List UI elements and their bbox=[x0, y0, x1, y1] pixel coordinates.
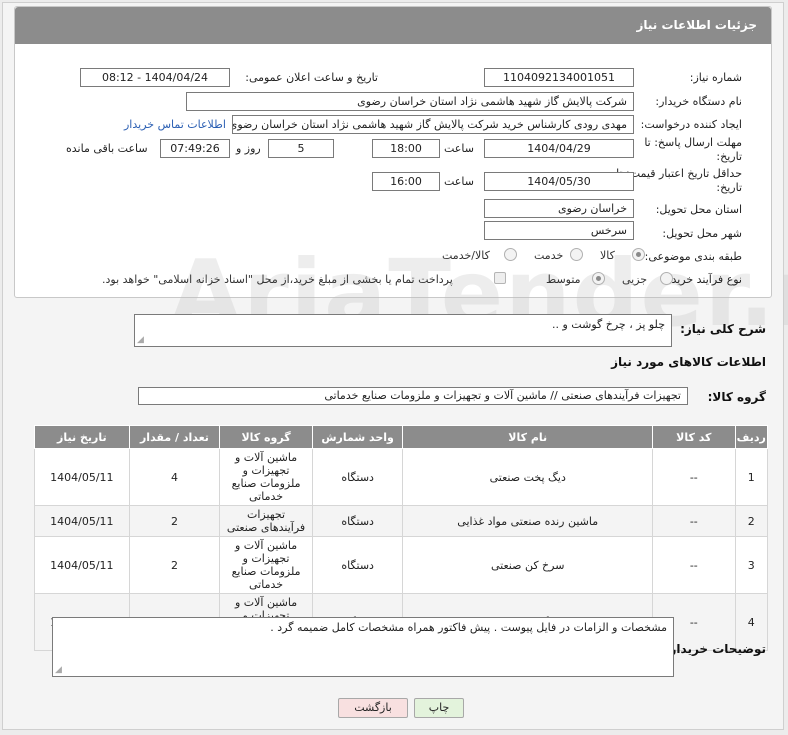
cell-code: -- bbox=[652, 536, 736, 594]
cell-row: 3 bbox=[734, 536, 769, 594]
table-row: 3 -- سرخ کن صنعتی دستگاه ماشین آلات و تج… bbox=[34, 536, 769, 594]
city-label: شهر محل تحویل: bbox=[662, 227, 742, 240]
deadline-time-label: ساعت bbox=[444, 142, 474, 155]
description-text: چلو پز ، چرخ گوشت و .. bbox=[552, 318, 665, 331]
page-title: جزئیات اطلاعات نیاز bbox=[636, 18, 757, 32]
buyer-contact-link[interactable]: اطلاعات تماس خریدار bbox=[124, 118, 226, 131]
category-radio-goods[interactable] bbox=[632, 248, 645, 261]
table-header-row: ردیف کد کالا نام کالا واحد شمارش گروه کا… bbox=[34, 425, 769, 449]
col-qty: تعداد / مقدار bbox=[128, 425, 221, 449]
cell-date: 1404/05/11 bbox=[34, 536, 130, 594]
need-number-field: 1104092134001051 bbox=[484, 68, 634, 87]
remaining-time-field: 07:49:26 bbox=[160, 139, 230, 158]
cell-code: -- bbox=[652, 448, 736, 506]
category-radio-both[interactable] bbox=[504, 248, 517, 261]
need-number-label: شماره نیاز: bbox=[689, 71, 742, 84]
cell-qty: 2 bbox=[128, 536, 221, 594]
process-option-minor: جزیی bbox=[622, 273, 648, 286]
deadline-label: مهلت ارسال پاسخ: تا تاریخ: bbox=[644, 136, 742, 163]
requester-label: ایجاد کننده درخواست: bbox=[640, 118, 742, 131]
days-label: روز و bbox=[236, 142, 261, 155]
goods-info-title: اطلاعات کالاهای مورد نیاز bbox=[611, 355, 766, 369]
group-label: گروه کالا: bbox=[707, 390, 766, 404]
remaining-label: ساعت باقی مانده bbox=[66, 142, 148, 155]
cell-name: سرخ کن صنعتی bbox=[402, 536, 654, 594]
buyer-notes-text: مشخصات و الزامات در فایل پیوست . پیش فاک… bbox=[270, 621, 667, 634]
buyer-org-label: نام دستگاه خریدار: bbox=[655, 95, 742, 108]
validity-time-field: 16:00 bbox=[372, 172, 440, 191]
buyer-notes-label: توضیحات خریدار: bbox=[664, 642, 766, 656]
print-button[interactable]: چاپ bbox=[414, 698, 464, 718]
cell-qty: 2 bbox=[128, 505, 221, 537]
cell-qty: 4 bbox=[128, 448, 221, 506]
col-unit: واحد شمارش bbox=[311, 425, 404, 449]
cell-unit: دستگاه bbox=[311, 505, 404, 537]
requester-field: مهدی رودی کارشناس خرید شرکت پالایش گاز ش… bbox=[232, 115, 634, 134]
announce-field: 1404/04/24 - 08:12 bbox=[80, 68, 230, 87]
buyer-notes-field: مشخصات و الزامات در فایل پیوست . پیش فاک… bbox=[52, 617, 674, 677]
col-date: تاریخ نیاز bbox=[34, 425, 130, 449]
panel-header: جزئیات اطلاعات نیاز bbox=[15, 7, 771, 44]
cell-group: ماشین آلات و تجهیزات و ملزومات صنایع خدم… bbox=[219, 536, 313, 594]
cell-group: ماشین آلات و تجهیزات و ملزومات صنایع خدم… bbox=[219, 448, 313, 506]
validity-time-label: ساعت bbox=[444, 175, 474, 188]
description-label: شرح کلی نیاز: bbox=[680, 322, 766, 336]
process-option-medium: متوسط bbox=[546, 273, 581, 286]
category-option-service: خدمت bbox=[534, 249, 564, 262]
cell-row: 1 bbox=[734, 448, 769, 506]
cell-row: 2 bbox=[734, 505, 769, 537]
col-code: کد کالا bbox=[652, 425, 736, 449]
back-button[interactable]: بازگشت bbox=[338, 698, 408, 718]
col-row: ردیف bbox=[734, 425, 769, 449]
deadline-date-field: 1404/04/29 bbox=[484, 139, 634, 158]
process-label: نوع فرآیند خرید : bbox=[664, 273, 742, 286]
group-field: تجهیزات فرآیندهای صنعتی // ماشین آلات و … bbox=[138, 387, 688, 405]
resize-grip-icon: ◢ bbox=[137, 335, 144, 345]
cell-code: -- bbox=[652, 505, 736, 537]
table-row: 1 -- دیگ پخت صنعتی دستگاه ماشین آلات و ت… bbox=[34, 448, 769, 506]
table-row: 2 -- ماشین رنده صنعتی مواد غذایی دستگاه … bbox=[34, 505, 769, 537]
category-label: طبقه بندی موضوعی: bbox=[644, 250, 742, 263]
cell-date: 1404/05/11 bbox=[34, 505, 130, 537]
treasury-payment-checkbox[interactable] bbox=[494, 272, 506, 284]
description-field: چلو پز ، چرخ گوشت و .. ◢ bbox=[134, 314, 672, 347]
cell-date: 1404/05/11 bbox=[34, 448, 130, 506]
process-radio-medium[interactable] bbox=[592, 272, 605, 285]
treasury-payment-note: پرداخت تمام یا بخشی از مبلغ خرید،از محل … bbox=[102, 273, 453, 286]
col-name: نام کالا bbox=[402, 425, 654, 449]
cell-unit: دستگاه bbox=[311, 448, 404, 506]
province-label: استان محل تحویل: bbox=[655, 203, 742, 216]
cell-group: تجهیزات فرآیندهای صنعتی bbox=[219, 505, 313, 537]
cell-name: دیگ پخت صنعتی bbox=[402, 448, 654, 506]
cell-name: ماشین رنده صنعتی مواد غذایی bbox=[402, 505, 654, 537]
province-field: خراسان رضوی bbox=[484, 199, 634, 218]
validity-date-field: 1404/05/30 bbox=[484, 172, 634, 191]
category-radio-service[interactable] bbox=[570, 248, 583, 261]
process-radio-minor[interactable] bbox=[660, 272, 673, 285]
buyer-org-field: شرکت پالایش گاز شهید هاشمی نژاد استان خر… bbox=[186, 92, 634, 111]
resize-grip-icon: ◢ bbox=[55, 665, 62, 675]
category-option-both: کالا/خدمت bbox=[442, 249, 490, 262]
category-option-goods: کالا bbox=[600, 249, 615, 262]
city-field: سرخس bbox=[484, 221, 634, 240]
days-field: 5 bbox=[268, 139, 334, 158]
deadline-time-field: 18:00 bbox=[372, 139, 440, 158]
cell-unit: دستگاه bbox=[311, 536, 404, 594]
announce-label: تاریخ و ساعت اعلان عمومی: bbox=[245, 71, 378, 84]
col-group: گروه کالا bbox=[219, 425, 313, 449]
